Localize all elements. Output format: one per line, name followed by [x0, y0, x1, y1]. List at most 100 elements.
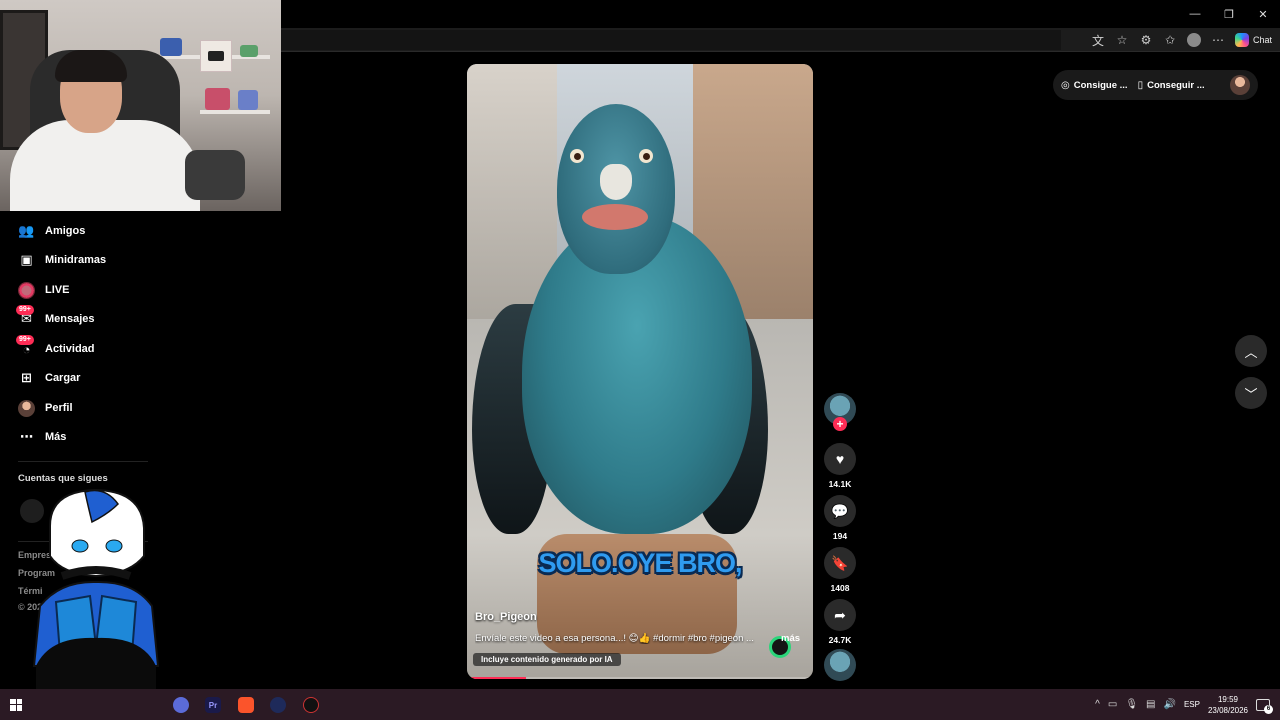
- sidebar-item-minidramas[interactable]: ▣ Minidramas: [18, 250, 106, 270]
- toy-figure: [238, 90, 258, 110]
- get-app-label: Conseguir ...: [1147, 79, 1205, 91]
- favorite-star-icon[interactable]: ☆: [1115, 33, 1129, 47]
- menu-dots-icon[interactable]: ⋯: [1211, 33, 1225, 47]
- sidebar-item-perfil[interactable]: Perfil: [18, 398, 73, 418]
- chat-label: Chat: [1252, 35, 1272, 45]
- copilot-icon: [1234, 33, 1249, 47]
- restore-button[interactable]: ❐: [1212, 0, 1246, 28]
- get-coins-button[interactable]: ◎ Consigue ...: [1061, 80, 1128, 91]
- chevron-up-icon[interactable]: ^: [1095, 699, 1100, 710]
- sidebar-item-live[interactable]: LIVE: [18, 280, 69, 300]
- messages-badge: 99+: [16, 304, 34, 315]
- user-avatar[interactable]: [1230, 75, 1250, 95]
- sidebar-item-label: Más: [45, 431, 67, 443]
- sidebar-item-mensajes[interactable]: ✉ 99+ Mensajes: [16, 304, 95, 329]
- comment-button[interactable]: 💬: [824, 495, 856, 527]
- headset: [185, 150, 245, 200]
- play-button-award: [200, 40, 232, 72]
- sidebar-item-label: Amigos: [45, 225, 86, 237]
- minidramas-icon: ▣: [20, 252, 33, 267]
- premiere-label: Pr: [208, 700, 218, 710]
- upload-icon: ⊞: [21, 370, 32, 385]
- video-progress-fill: [467, 677, 526, 679]
- discord-app-icon[interactable]: [173, 697, 189, 713]
- comment-icon: 💬: [831, 502, 849, 519]
- video-progress-bar[interactable]: [467, 677, 813, 679]
- network-icon[interactable]: ▤: [1146, 699, 1155, 710]
- following-title: Cuentas que sigues: [18, 473, 108, 484]
- messages-icon: ✉ 99+: [16, 304, 35, 328]
- app-icon[interactable]: [270, 697, 286, 713]
- toy-figure: [160, 38, 182, 56]
- save-count: 1408: [830, 583, 850, 593]
- share-count: 24.7K: [828, 635, 852, 645]
- share-button[interactable]: ➦: [824, 599, 856, 631]
- clock[interactable]: 19:59 23/08/2026: [1208, 694, 1248, 716]
- favorites-icon[interactable]: ✩: [1163, 33, 1177, 47]
- language-indicator[interactable]: ESP: [1184, 700, 1200, 709]
- copilot-chat-button[interactable]: Chat: [1234, 33, 1272, 47]
- sidebar-item-label: Perfil: [45, 402, 73, 414]
- toy-figure: [205, 88, 230, 110]
- window-controls: — ❐ ✕: [1178, 0, 1280, 28]
- get-coins-label: Consigue ...: [1073, 79, 1128, 91]
- phone-icon: ▯: [1137, 79, 1144, 91]
- coin-icon: ◎: [1061, 79, 1070, 91]
- webcam-overlay: [0, 0, 281, 211]
- video-player[interactable]: SOLO.OYE BRO, Bro_Pigeon Envíale este vi…: [467, 64, 813, 679]
- live-icon: [18, 281, 35, 299]
- top-right-actions: ◎ Consigue ... ▯ Conseguir ...: [1053, 70, 1258, 100]
- activity-icon: ◔ 99+: [16, 334, 35, 358]
- brave-browser-icon[interactable]: [238, 697, 254, 713]
- screen: — ❐ ✕ 文 ☆ ⚙ ✩ ⋯ Chat 👥 Amigos ▣ Minidram…: [0, 0, 1280, 720]
- taskbar: [0, 689, 1280, 720]
- heart-icon: ♥: [835, 451, 845, 467]
- get-app-button[interactable]: ▯ Conseguir ...: [1138, 80, 1205, 91]
- toolbar-icons: 文 ☆ ⚙ ✩ ⋯ Chat: [1091, 30, 1272, 50]
- start-button[interactable]: [0, 689, 32, 720]
- translate-icon[interactable]: 文: [1091, 33, 1105, 48]
- like-button[interactable]: ♥: [824, 443, 856, 475]
- activity-badge: 99+: [16, 334, 34, 345]
- pigeon-eye: [570, 149, 584, 163]
- sidebar-item-label: LIVE: [45, 284, 70, 296]
- sound-avatar[interactable]: [824, 649, 856, 681]
- extensions-icon[interactable]: ⚙: [1139, 33, 1153, 47]
- bookmark-icon: 🔖: [831, 554, 849, 571]
- pigeon-lips: [582, 204, 648, 230]
- more-icon: ⋯: [20, 429, 33, 444]
- next-video-button[interactable]: ﹀: [1235, 377, 1267, 409]
- follow-plus-button[interactable]: +: [833, 417, 847, 431]
- battery-icon[interactable]: ▭: [1108, 699, 1117, 710]
- like-count: 14.1K: [828, 479, 852, 489]
- share-arrow-icon: ➦: [834, 606, 846, 623]
- sidebar-item-cargar[interactable]: ⊞ Cargar: [18, 368, 80, 388]
- obs-app-icon[interactable]: [303, 697, 319, 713]
- volume-icon[interactable]: 🔊: [1163, 699, 1175, 710]
- save-button[interactable]: 🔖: [824, 547, 856, 579]
- shelf: [200, 110, 270, 114]
- premiere-app-icon[interactable]: Pr: [205, 697, 221, 713]
- sidebar-item-actividad[interactable]: ◔ 99+ Actividad: [16, 334, 95, 359]
- notification-center-icon[interactable]: 6: [1256, 698, 1273, 714]
- previous-video-button[interactable]: ︿: [1235, 335, 1267, 367]
- address-bar[interactable]: [281, 30, 1061, 50]
- pigeon-beak: [600, 164, 632, 200]
- pigeon-eye: [639, 149, 653, 163]
- video-username[interactable]: Bro_Pigeon: [475, 611, 537, 623]
- friends-icon: 👥: [18, 223, 35, 238]
- minimize-button[interactable]: —: [1178, 0, 1212, 28]
- close-button[interactable]: ✕: [1246, 0, 1280, 28]
- sidebar-item-mas[interactable]: ⋯ Más: [18, 427, 66, 447]
- browser-profile-avatar[interactable]: [1186, 33, 1201, 47]
- sidebar-divider: [18, 461, 148, 462]
- sidebar-item-label: Mensajes: [45, 313, 95, 325]
- sidebar-item-label: Cargar: [45, 372, 81, 384]
- anime-character-overlay: [32, 488, 160, 692]
- clock-date: 23/08/2026: [1207, 705, 1248, 715]
- streamer-hair: [55, 50, 127, 82]
- chevron-up-icon: ︿: [1244, 344, 1258, 360]
- sidebar-item-amigos[interactable]: 👥 Amigos: [18, 221, 85, 241]
- microphone-icon[interactable]: 🎙: [1125, 699, 1138, 710]
- description-more-link[interactable]: más: [781, 633, 800, 644]
